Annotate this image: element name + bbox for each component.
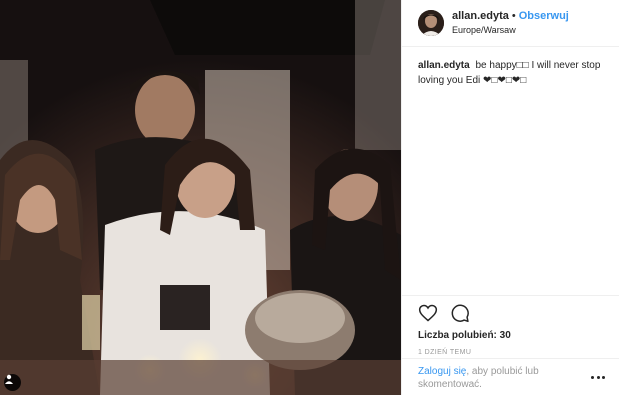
speech-bubble-icon[interactable] (450, 303, 470, 323)
group-photo-image (0, 0, 401, 395)
more-dot (596, 375, 600, 379)
post-photo[interactable] (0, 0, 401, 395)
action-icons (418, 302, 603, 324)
username-link[interactable]: allan.edyta (452, 10, 509, 22)
login-link[interactable]: Zaloguj się (418, 366, 466, 377)
post-timestamp: 1 DZIEŃ TEMU (418, 349, 472, 356)
post-side-panel: allan.edyta • Obserwuj Europe/Warsaw allan… (401, 0, 619, 395)
more-dot (602, 375, 605, 379)
follow-button[interactable]: Obserwuj (519, 10, 569, 22)
more-options-icon[interactable] (591, 374, 605, 380)
user-tag-icon[interactable] (4, 374, 21, 391)
avatar[interactable] (418, 10, 444, 36)
separator-dot: • (511, 10, 516, 22)
post-header: allan.edyta • Obserwuj Europe/Warsaw (402, 0, 619, 47)
more-dot (591, 375, 594, 379)
instagram-post: allan.edyta • Obserwuj Europe/Warsaw allan… (0, 0, 619, 395)
post-actions: Liczba polubień: 30 1 DZIEŃ TEMU (402, 295, 619, 356)
location-link[interactable]: Europe/Warsaw (452, 23, 569, 37)
post-caption: allan.edyta be happy□□ I will never stop… (402, 47, 619, 88)
caption-username[interactable]: allan.edyta (418, 60, 470, 71)
heart-icon[interactable] (418, 303, 438, 323)
likes-count[interactable]: Liczba polubień: 30 (418, 330, 603, 341)
login-prompt: Zaloguj się, aby polubić lub skomentować… (402, 358, 619, 391)
header-text: allan.edyta • Obserwuj Europe/Warsaw (452, 9, 569, 37)
header-top-line: allan.edyta • Obserwuj (452, 9, 569, 23)
